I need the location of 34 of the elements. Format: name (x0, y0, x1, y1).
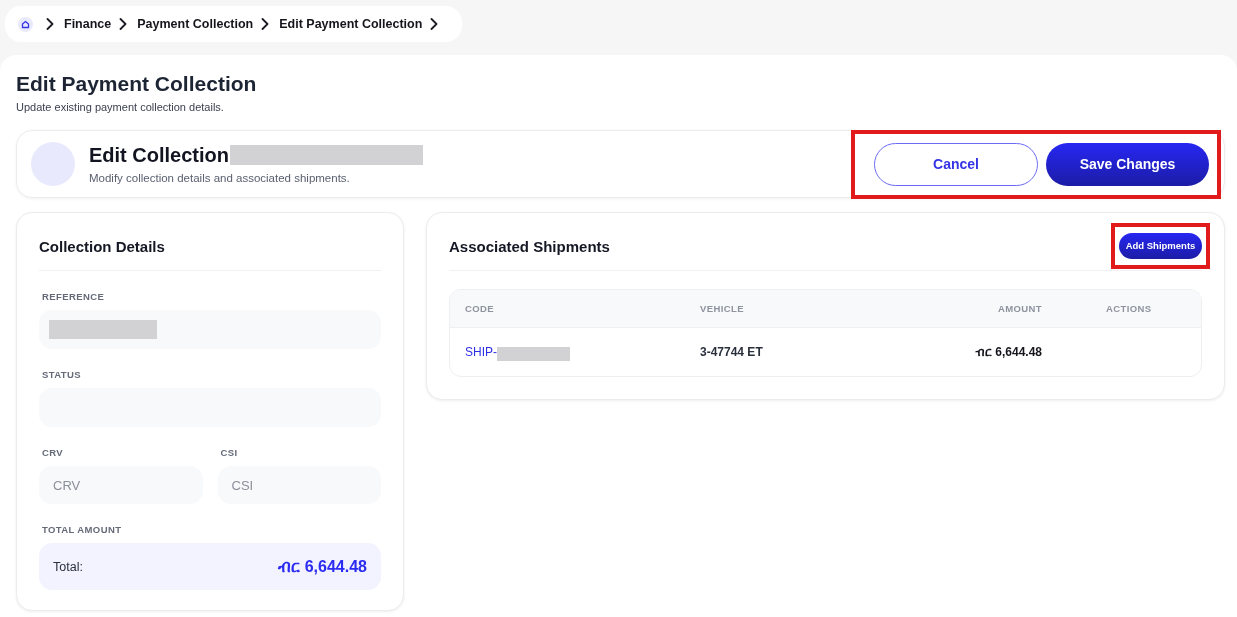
breadcrumb-link[interactable]: Finance (64, 17, 112, 31)
save-button[interactable]: Save Changes (1046, 142, 1209, 186)
field-label: TOTAL AMOUNT (41, 524, 123, 536)
chevron-icon (261, 18, 270, 30)
column-header: VEHICLE (699, 303, 745, 314)
column-header: AMOUNT (996, 303, 1043, 314)
field-label: CRV (41, 447, 65, 459)
breadcrumb-link[interactable]: Payment Collection (137, 17, 254, 31)
field-label: CSI (219, 447, 239, 459)
total-caption: Total: (53, 559, 83, 574)
cancel-button[interactable]: Cancel (874, 142, 1038, 186)
input-field[interactable]: CSI (217, 466, 381, 504)
collection-title: Edit Collection (89, 143, 229, 167)
table-cell: ብር 6,644.48 (974, 345, 1042, 359)
field-label: REFERENCE (41, 291, 106, 303)
total-amount: ብር 6,644.48 (278, 557, 367, 576)
collection-subtitle: Modify collection details and associated shipments. (89, 171, 351, 185)
card-title: Associated Shipments (449, 238, 610, 255)
page-title: Edit Payment Collection (16, 71, 258, 97)
chevron-icon (430, 18, 439, 30)
add-shipments-button[interactable]: Add Shipments (1119, 232, 1202, 259)
chevron-icon (46, 18, 54, 30)
table-cell: 3-47744 ET (700, 345, 763, 359)
shipment-code-link[interactable]: SHIP- (465, 345, 497, 359)
field-label: STATUS (41, 369, 82, 381)
home-icon[interactable] (18, 16, 33, 32)
column-header: ACTIONS (1105, 303, 1153, 314)
breadcrumb-link[interactable]: Edit Payment Collection (279, 17, 423, 31)
card-title: Collection Details (39, 238, 165, 255)
column-header: CODE (464, 303, 496, 314)
page-subtitle: Update existing payment collection details. (16, 100, 225, 114)
input-field[interactable]: CRV (39, 466, 203, 504)
input-field[interactable] (39, 310, 381, 349)
chevron-icon (119, 18, 128, 30)
